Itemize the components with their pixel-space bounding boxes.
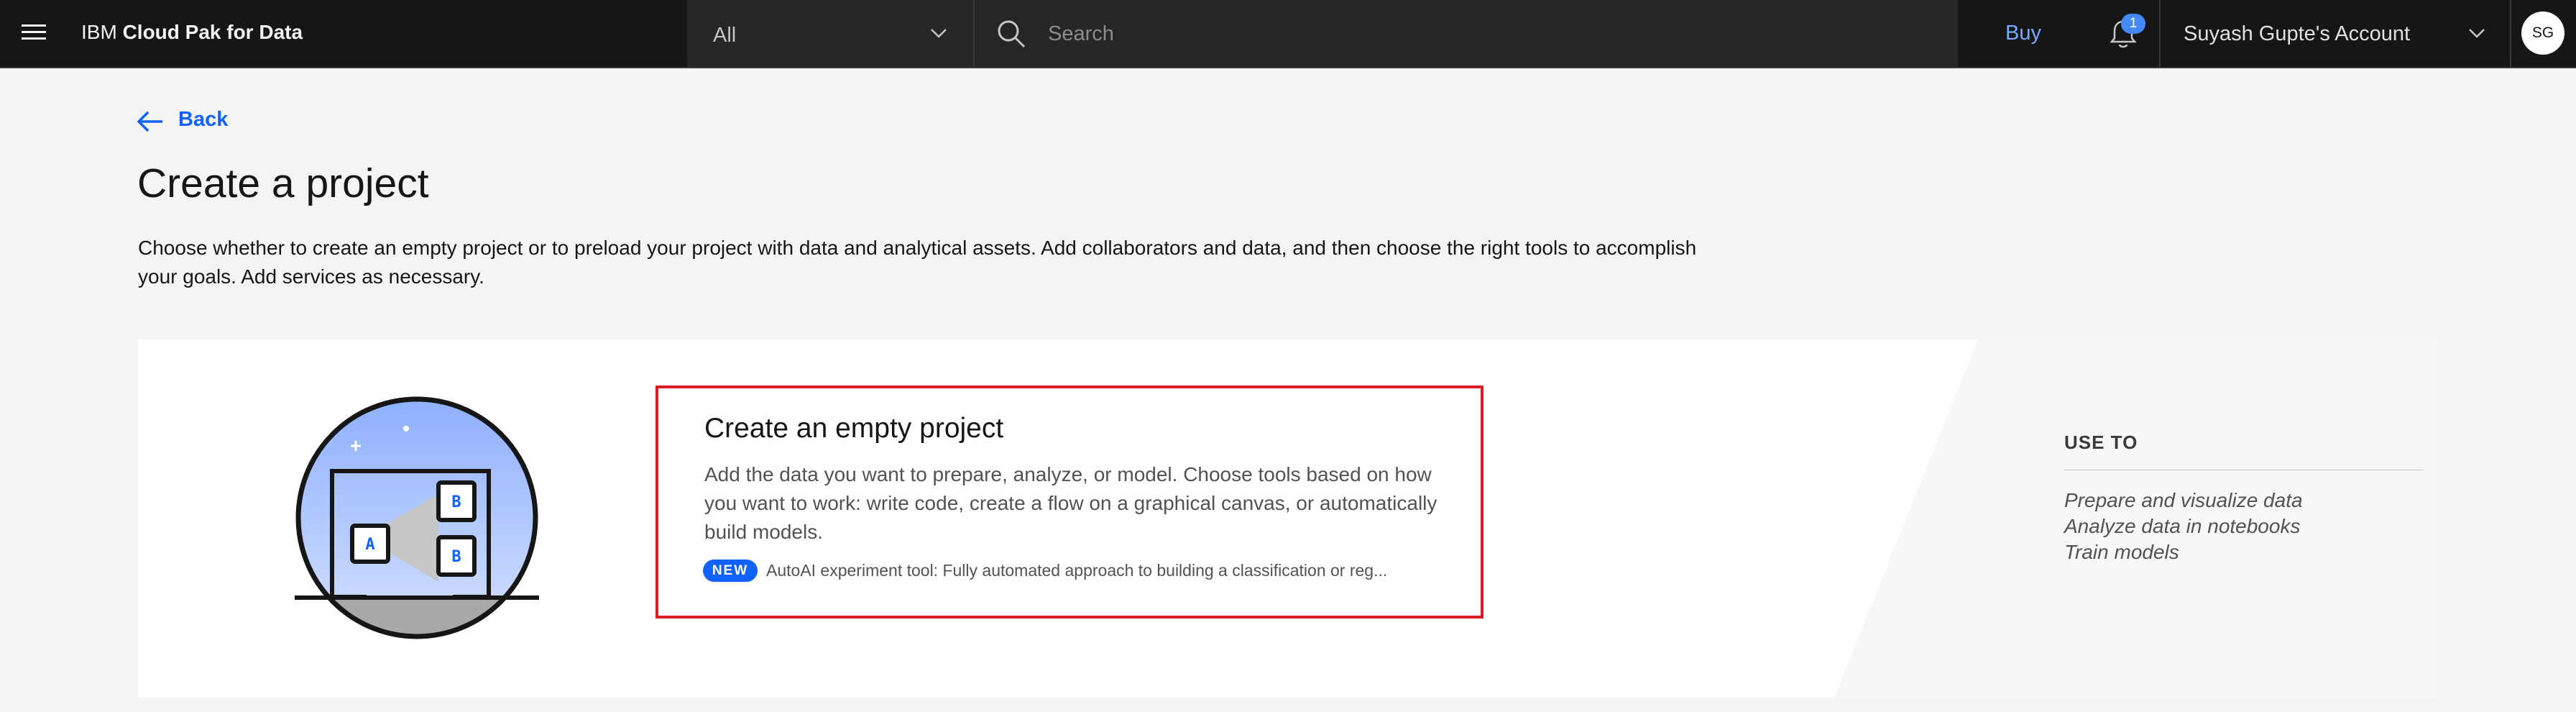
page-description: Choose whether to create an empty projec… bbox=[138, 237, 1697, 288]
search-bar bbox=[975, 0, 1958, 67]
use-to-panel: USE TO Prepare and visualize data Analyz… bbox=[2064, 432, 2424, 565]
brand-name: Cloud Pak for Data bbox=[122, 21, 303, 43]
account-switcher[interactable]: Suyash Gupte's Account bbox=[2159, 0, 2511, 67]
create-empty-project-option[interactable]: Create an empty project Add the data you… bbox=[656, 385, 1484, 619]
svg-text:B: B bbox=[451, 493, 461, 511]
menu-icon[interactable] bbox=[22, 24, 46, 43]
avatar-area: SG bbox=[2510, 0, 2576, 67]
arrow-left-icon bbox=[137, 111, 162, 132]
use-to-item: Prepare and visualize data bbox=[2064, 489, 2303, 511]
use-to-heading: USE TO bbox=[2064, 432, 2424, 470]
empty-project-illustration: A B B bbox=[295, 396, 539, 639]
notification-count-badge: 1 bbox=[2121, 14, 2145, 34]
svg-text:B: B bbox=[451, 548, 461, 566]
back-label: Back bbox=[178, 108, 229, 131]
buy-link[interactable]: Buy bbox=[2005, 22, 2041, 45]
search-scope-value: All bbox=[713, 24, 737, 47]
autoai-feature-text: AutoAI experiment tool: Fully automated … bbox=[766, 561, 1388, 580]
search-input[interactable] bbox=[1046, 16, 1912, 52]
search-icon[interactable] bbox=[996, 19, 1026, 49]
avatar[interactable]: SG bbox=[2521, 12, 2564, 55]
project-option-card: A B B Create an empty project Add the da… bbox=[138, 339, 2438, 698]
product-name: IBM Cloud Pak for Data bbox=[81, 21, 303, 44]
option-description: Add the data you want to prepare, analyz… bbox=[704, 463, 1438, 543]
top-navigation-bar: IBM Cloud Pak for Data All Buy 1 Suyash … bbox=[0, 0, 2576, 68]
chevron-down-icon bbox=[2469, 29, 2485, 38]
brand-prefix: IBM bbox=[81, 21, 117, 43]
use-to-item: Train models bbox=[2064, 541, 2179, 563]
new-tag: NEW bbox=[703, 560, 758, 582]
search-scope-dropdown[interactable]: All bbox=[687, 0, 975, 67]
svg-text:A: A bbox=[365, 536, 374, 554]
account-name: Suyash Gupte's Account bbox=[2184, 22, 2411, 45]
use-to-list: Prepare and visualize data Analyze data … bbox=[2064, 488, 2424, 565]
option-title: Create an empty project bbox=[704, 413, 1004, 444]
use-to-item: Analyze data in notebooks bbox=[2064, 515, 2301, 537]
chevron-down-icon bbox=[931, 29, 947, 38]
page-title: Create a project bbox=[137, 160, 429, 206]
